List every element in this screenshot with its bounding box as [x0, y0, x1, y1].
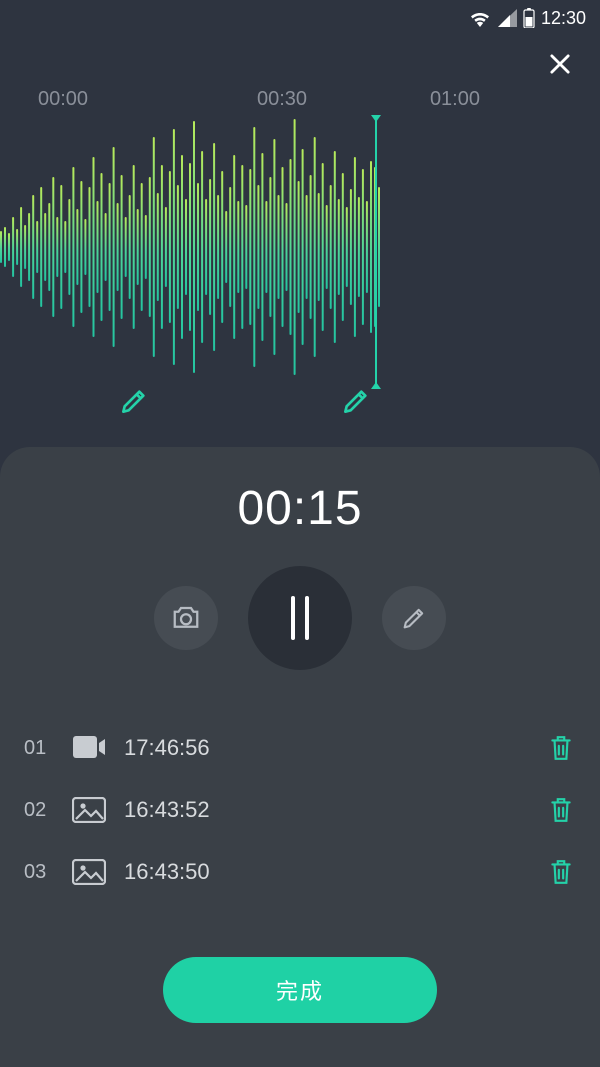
media-list: 01 17:46:56 02 16:43:52 03 16:43:50 — [0, 734, 600, 886]
trash-icon — [548, 734, 574, 762]
waveform — [0, 117, 600, 377]
playhead[interactable] — [375, 117, 377, 387]
edit-markers — [0, 385, 600, 417]
image-icon — [72, 797, 106, 823]
video-icon — [72, 735, 106, 759]
status-time: 12:30 — [541, 8, 586, 29]
cellular-icon — [497, 9, 517, 27]
media-timestamp: 17:46:56 — [124, 735, 530, 761]
media-timestamp: 16:43:50 — [124, 859, 530, 885]
pencil-icon — [118, 385, 150, 417]
timeline-labels: 00:00 00:30 01:00 — [0, 36, 600, 111]
delete-button[interactable] — [548, 858, 576, 886]
pencil-icon — [400, 604, 428, 632]
trash-icon — [548, 796, 574, 824]
camera-icon — [171, 605, 201, 631]
delete-button[interactable] — [548, 796, 576, 824]
controls-panel: 00:15 01 17:46:56 02 16:43:52 03 16:43:50 完成 — [0, 447, 600, 1067]
wifi-icon — [469, 9, 491, 27]
trash-icon — [548, 858, 574, 886]
image-icon-wrap — [72, 859, 106, 885]
delete-button[interactable] — [548, 734, 576, 762]
edit-marker-2[interactable] — [340, 385, 372, 417]
video-icon-wrap — [72, 735, 106, 761]
image-icon — [72, 859, 106, 885]
edit-marker-1[interactable] — [118, 385, 150, 417]
waveform-panel: 00:00 00:30 01:00 — [0, 36, 600, 447]
media-item[interactable]: 01 17:46:56 — [24, 734, 576, 762]
timeline-label-end: 01:00 — [430, 88, 480, 111]
pencil-icon — [340, 385, 372, 417]
media-index: 01 — [24, 737, 54, 760]
waveform-container[interactable] — [0, 117, 600, 377]
close-icon — [546, 50, 574, 78]
camera-button[interactable] — [154, 586, 218, 650]
media-item[interactable]: 02 16:43:52 — [24, 796, 576, 824]
pause-icon — [291, 596, 309, 640]
close-button[interactable] — [538, 42, 582, 86]
media-item[interactable]: 03 16:43:50 — [24, 858, 576, 886]
pause-button[interactable] — [248, 566, 352, 670]
done-button-label: 完成 — [276, 974, 324, 1006]
battery-icon — [523, 8, 535, 28]
media-index: 03 — [24, 861, 54, 884]
image-icon-wrap — [72, 797, 106, 823]
media-index: 02 — [24, 799, 54, 822]
media-timestamp: 16:43:52 — [124, 797, 530, 823]
status-bar: 12:30 — [0, 0, 600, 36]
elapsed-time: 00:15 — [0, 481, 600, 536]
transport-buttons — [0, 566, 600, 670]
edit-button[interactable] — [382, 586, 446, 650]
done-button[interactable]: 完成 — [163, 957, 437, 1023]
